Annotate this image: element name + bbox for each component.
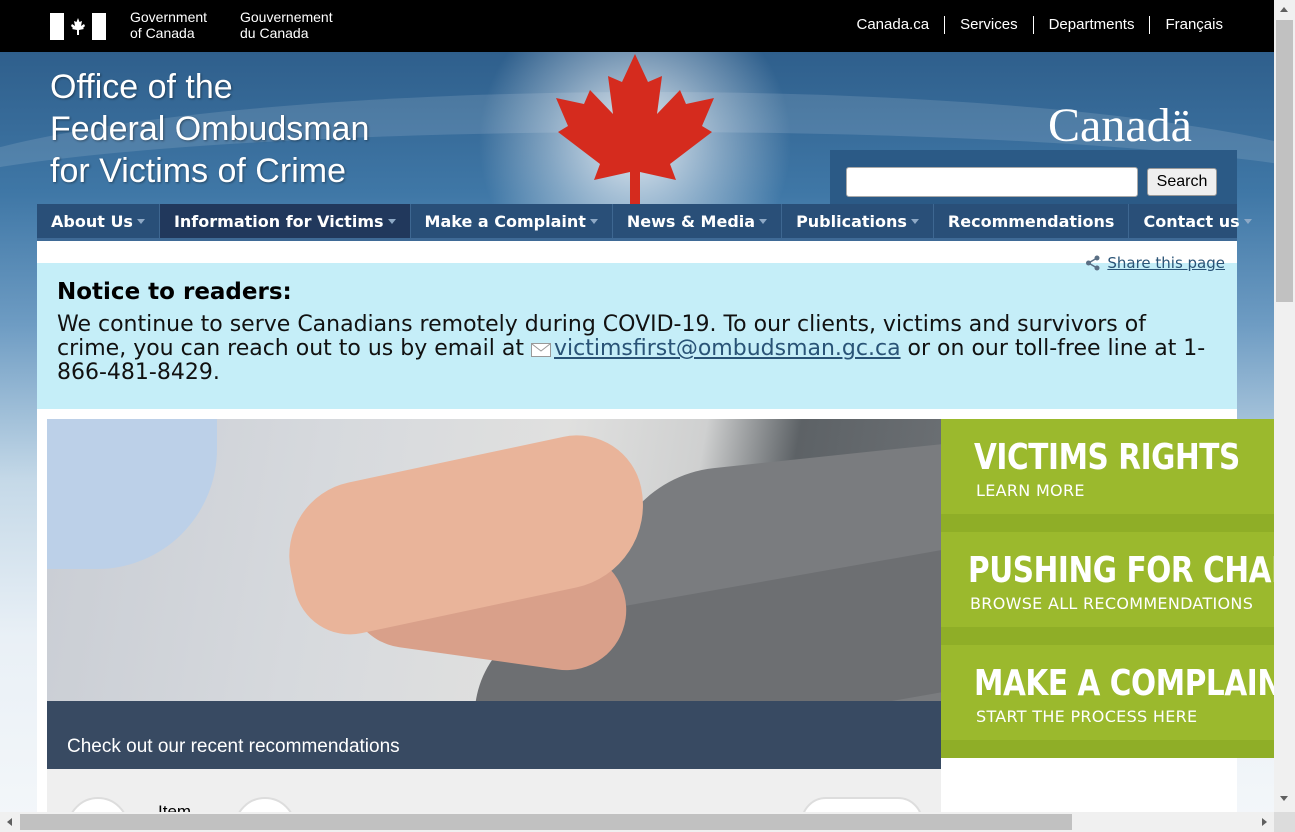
search-input[interactable] [846, 167, 1138, 197]
link-departments[interactable]: Departments [1032, 16, 1150, 34]
notice-body: We continue to serve Canadians remotely … [57, 312, 1206, 385]
link-services[interactable]: Services [944, 16, 1033, 34]
nav-news-media[interactable]: News & Media [613, 204, 783, 238]
canada-flag-icon [50, 13, 106, 40]
feature-tiles: VICTIMS RIGHTS LEARN MORE PUSHING FOR CH… [941, 419, 1274, 758]
tile-pushing-for-change[interactable]: PUSHING FOR CHANGE BROWSE ALL RECOMMENDA… [941, 532, 1274, 645]
scroll-up-icon[interactable] [1280, 7, 1288, 12]
link-francais[interactable]: Français [1149, 16, 1223, 34]
envelope-icon [531, 343, 551, 357]
nav-recommendations[interactable]: Recommendations [934, 204, 1130, 238]
carousel-caption[interactable]: Check out our recent recommendations [47, 701, 941, 769]
search-button[interactable]: Search [1147, 168, 1217, 196]
maple-leaf-icon [556, 54, 714, 206]
scroll-right-icon[interactable] [1262, 818, 1267, 826]
nav-publications[interactable]: Publications [782, 204, 934, 238]
gov-name-fr[interactable]: Gouvernement du Canada [240, 9, 333, 41]
vertical-scrollbar[interactable] [1274, 0, 1295, 812]
email-link[interactable]: victimsfirst@ombudsman.gc.ca [554, 336, 901, 361]
share-icon [1086, 255, 1100, 271]
scroll-down-icon[interactable] [1280, 796, 1288, 801]
notice-box: Notice to readers: We continue to serve … [37, 263, 1237, 409]
tile-make-a-complaint[interactable]: MAKE A COMPLAINT START THE PROCESS HERE [941, 645, 1274, 758]
share-link[interactable]: Share this page [1085, 254, 1225, 272]
chevron-down-icon [387, 218, 396, 224]
horizontal-scrollbar[interactable] [0, 812, 1274, 832]
nav-about-us[interactable]: About Us [37, 204, 160, 238]
nav-information-for-victims[interactable]: Information for Victims [159, 204, 411, 238]
hero-image-holding-hands[interactable] [47, 419, 941, 701]
chevron-down-icon [759, 218, 768, 224]
chevron-down-icon [136, 218, 145, 224]
nav-make-a-complaint[interactable]: Make a Complaint [411, 204, 613, 238]
chevron-down-icon [1243, 218, 1252, 224]
gov-name-en[interactable]: Government of Canada [130, 9, 207, 41]
tile-victims-rights[interactable]: VICTIMS RIGHTS LEARN MORE [941, 419, 1274, 532]
nav-contact-us[interactable]: Contact us [1129, 204, 1265, 238]
chevron-down-icon [589, 218, 598, 224]
scroll-left-icon[interactable] [7, 818, 12, 826]
canada-wordmark: Canadä [1048, 99, 1192, 152]
search-area: Search [830, 150, 1237, 206]
vertical-scroll-thumb[interactable] [1276, 20, 1293, 302]
site-title[interactable]: Office of the Federal Ombudsman for Vict… [50, 66, 369, 192]
government-header: Government of Canada Gouvernement du Can… [0, 0, 1274, 52]
top-links: Canada.ca Services Departments Français [842, 16, 1223, 34]
chevron-down-icon [910, 218, 919, 224]
notice-title: Notice to readers: [57, 279, 292, 305]
link-canada-ca[interactable]: Canada.ca [842, 16, 945, 34]
main-nav: About Us Information for Victims Make a … [37, 204, 1252, 241]
horizontal-scroll-thumb[interactable] [20, 814, 1072, 830]
scrollbar-corner [1274, 812, 1295, 832]
